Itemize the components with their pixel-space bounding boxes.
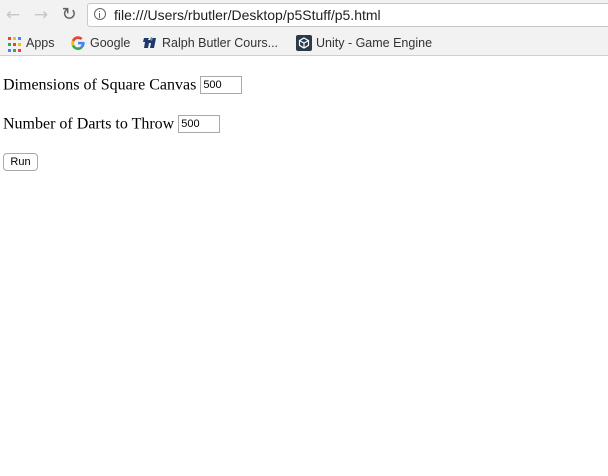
bookmark-label: Unity - Game Engine: [316, 36, 433, 50]
back-arrow-icon[interactable]: ←: [2, 4, 24, 26]
bookmark-unity-game-engine[interactable]: Unity - Game Engine: [296, 35, 446, 51]
canvas-dimension-label: Dimensions of Square Canvas: [3, 76, 197, 94]
apps-grid-icon: [6, 35, 25, 54]
info-icon[interactable]: [94, 8, 106, 20]
bookmark-label: Apps: [26, 36, 55, 50]
bookmark-label: Google: [90, 36, 131, 50]
darts-count-input[interactable]: [178, 115, 221, 134]
darts-count-label: Number of Darts to Throw: [3, 115, 175, 133]
bookmark-apps[interactable]: Apps: [6, 35, 66, 54]
university-logo-icon: [143, 37, 156, 48]
run-button[interactable]: Run: [3, 153, 38, 171]
page-content: Dimensions of Square Canvas Number of Da…: [0, 56, 608, 476]
browser-toolbar: ← → ↻ file:///Users/rbutler/Desktop/p5St…: [0, 0, 608, 30]
bookmark-label: Ralph Butler Cours...: [162, 36, 279, 50]
forward-arrow-icon[interactable]: →: [30, 4, 52, 26]
darts-count-row: Number of Darts to Throw: [3, 115, 221, 134]
url-text[interactable]: file:///Users/rbutler/Desktop/p5Stuff/p5…: [114, 4, 381, 26]
bookmark-ralph-butler-courses[interactable]: Ralph Butler Cours...: [142, 35, 292, 51]
google-icon: [71, 36, 85, 50]
reload-icon[interactable]: ↻: [58, 4, 80, 26]
bookmarks-bar: Apps Google Ralph Butler Cours... Unity …: [0, 30, 608, 56]
bookmark-google[interactable]: Google: [70, 35, 140, 51]
unity-icon: [296, 35, 312, 51]
canvas-dimension-input[interactable]: [200, 76, 243, 95]
canvas-dimension-row: Dimensions of Square Canvas: [3, 76, 243, 95]
address-bar[interactable]: file:///Users/rbutler/Desktop/p5Stuff/p5…: [87, 3, 608, 27]
